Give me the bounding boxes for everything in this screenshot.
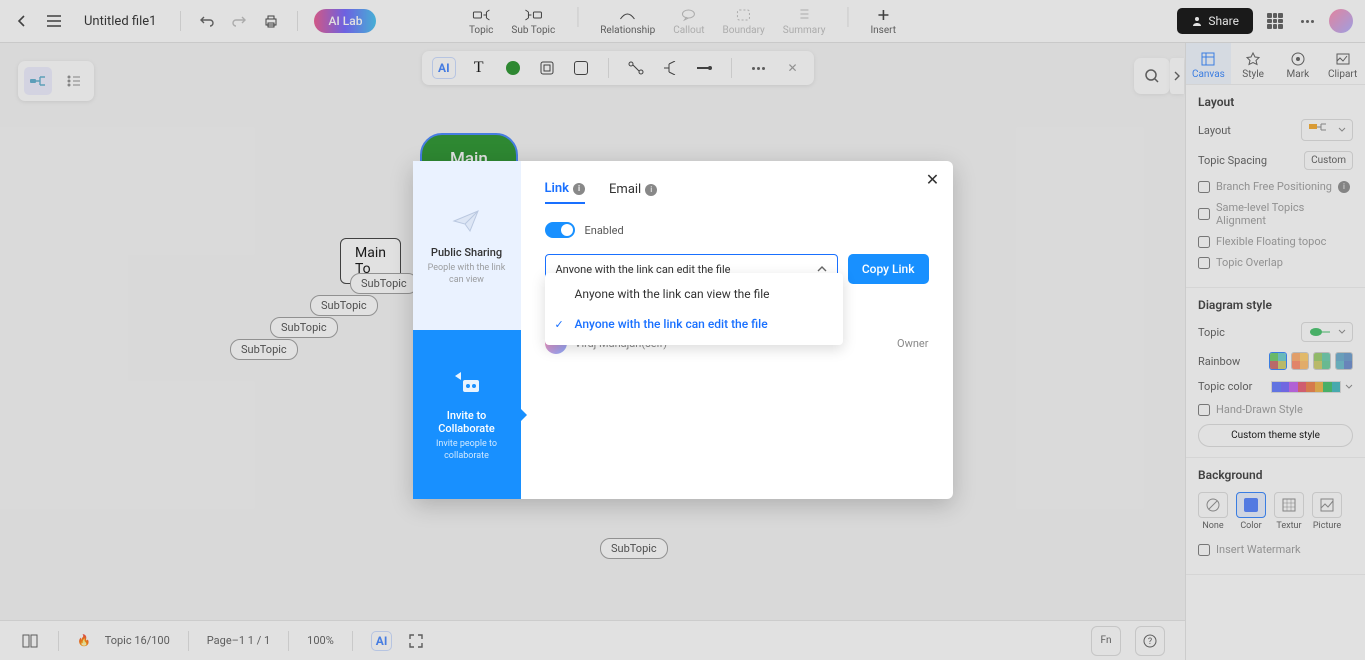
tab-link[interactable]: Linki (545, 181, 586, 204)
enable-toggle-row: Enabled (545, 222, 929, 238)
permission-dropdown-menu: Anyone with the link can view the file ✓… (545, 273, 843, 345)
share-method-tabs: Linki Emaili (545, 181, 929, 204)
info-icon[interactable]: i (573, 183, 585, 195)
share-mode-selector: Public Sharing People with the link can … (413, 161, 521, 499)
public-sharing-option[interactable]: Public Sharing People with the link can … (413, 161, 521, 330)
collaborator-role: Owner (897, 337, 928, 350)
info-icon[interactable]: i (645, 184, 657, 196)
enable-sharing-toggle[interactable] (545, 222, 575, 238)
permission-option-edit[interactable]: ✓ Anyone with the link can edit the file (545, 309, 843, 339)
check-icon: ✓ (555, 318, 564, 331)
invite-collaborate-option[interactable]: Invite to Collaborate Invite people to c… (413, 330, 521, 499)
share-modal-overlay[interactable]: ✕ Public Sharing People with the link ca… (0, 0, 1365, 660)
copy-link-button[interactable]: Copy Link (848, 254, 929, 284)
share-modal-content: Linki Emaili Enabled Anyone with the lin… (521, 161, 953, 499)
permission-option-view[interactable]: Anyone with the link can view the file (545, 279, 843, 309)
chevron-up-icon (817, 265, 827, 273)
tab-email[interactable]: Emaili (609, 181, 657, 204)
paper-plane-icon (450, 204, 484, 238)
collaborate-icon (450, 367, 484, 401)
share-modal: ✕ Public Sharing People with the link ca… (413, 161, 953, 499)
